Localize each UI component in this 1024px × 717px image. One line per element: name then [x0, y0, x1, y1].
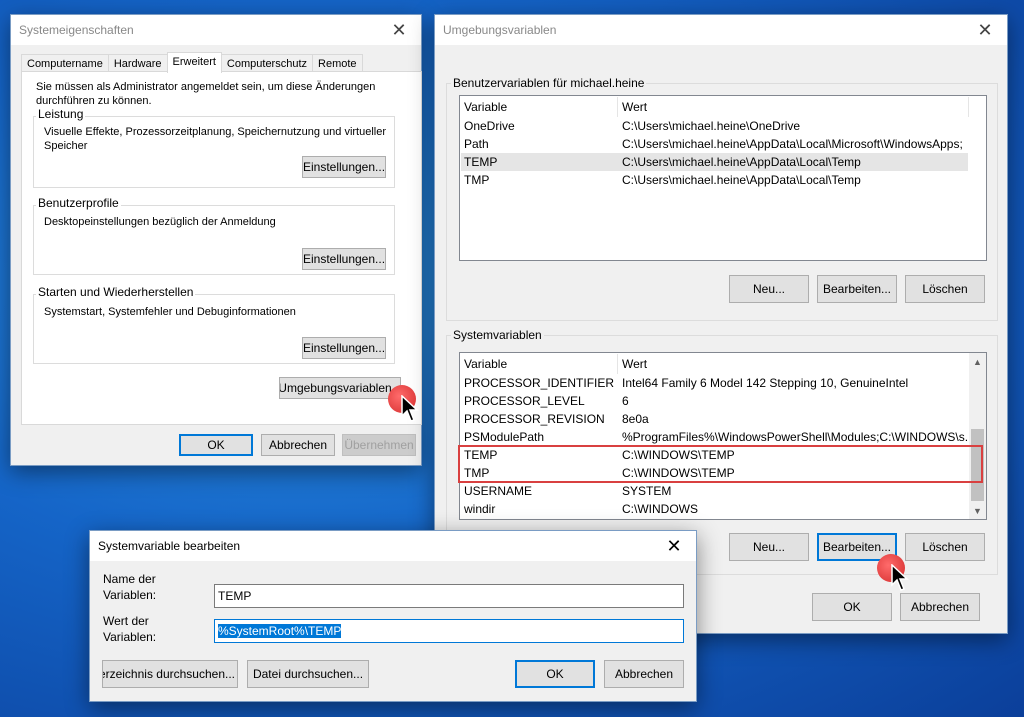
user-new-button[interactable]: Neu...: [729, 275, 809, 303]
profiles-settings-button[interactable]: Einstellungen...: [302, 248, 386, 270]
cancel-button[interactable]: Abbrechen: [604, 660, 684, 688]
dialog-title: Systemvariable bearbeiten: [98, 539, 241, 553]
user-delete-button[interactable]: Löschen: [905, 275, 985, 303]
column-divider: [968, 97, 969, 117]
system-delete-button[interactable]: Löschen: [905, 533, 985, 561]
scroll-down-icon[interactable]: ▼: [969, 502, 986, 519]
variable-name: PSModulePath: [464, 430, 545, 444]
startup-group: Starten und Wiederherstellen Systemstart…: [33, 285, 395, 364]
mouse-pointer-icon: [401, 395, 419, 422]
variable-name: OneDrive: [464, 119, 515, 133]
variable-value: C:\Users\michael.heine\AppData\Local\Tem…: [622, 173, 861, 187]
profiles-group: Benutzerprofile Desktopeinstellungen bez…: [33, 196, 395, 275]
variable-value: 6: [622, 394, 629, 408]
performance-settings-button[interactable]: Einstellungen...: [302, 156, 386, 178]
list-item[interactable]: windir C:\WINDOWS: [461, 500, 970, 518]
user-variables-label: Benutzervariablen für michael.heine: [451, 76, 647, 90]
user-variables-group: Benutzervariablen für michael.heine Vari…: [446, 76, 998, 321]
performance-group: Leistung Visuelle Effekte, Prozessorzeit…: [33, 107, 395, 188]
window-title: Umgebungsvariablen: [443, 23, 557, 37]
variable-value-field[interactable]: %SystemRoot%\TEMP: [214, 619, 684, 643]
variable-name-field[interactable]: TEMP: [214, 584, 684, 608]
apply-button[interactable]: Übernehmen: [342, 434, 416, 456]
variable-value: C:\Users\michael.heine\OneDrive: [622, 119, 801, 133]
cancel-button[interactable]: Abbrechen: [261, 434, 335, 456]
temp-tmp-highlight: [458, 445, 983, 483]
performance-label: Leistung: [36, 107, 86, 121]
system-variables-list[interactable]: Variable Wert PROCESSOR_IDENTIFIER Intel…: [459, 352, 987, 520]
startup-label: Starten und Wiederherstellen: [36, 285, 196, 299]
environment-variables-titlebar: Umgebungsvariablen ✕: [435, 15, 1007, 45]
list-item[interactable]: PSModulePath %ProgramFiles%\WindowsPower…: [461, 428, 975, 446]
startup-desc: Systemstart, Systemfehler und Debuginfor…: [44, 306, 296, 318]
variable-value: C:\WINDOWS: [622, 502, 698, 516]
tab-erweitert[interactable]: Erweitert: [166, 52, 222, 73]
variable-value: 8e0a: [622, 412, 649, 426]
tab-panel-erweitert: Sie müssen als Administrator angemeldet …: [21, 71, 422, 425]
browse-directory-button[interactable]: Verzeichnis durchsuchen...: [102, 660, 238, 688]
system-new-button[interactable]: Neu...: [729, 533, 809, 561]
window-title: Systemeigenschaften: [19, 23, 134, 37]
variable-name: PROCESSOR_REVISION: [464, 412, 605, 426]
column-header-variable[interactable]: Variable: [464, 100, 507, 114]
list-item[interactable]: PROCESSOR_IDENTIFIER Intel64 Family 6 Mo…: [461, 374, 970, 392]
list-item[interactable]: OneDrive C:\Users\michael.heine\OneDrive: [461, 117, 968, 135]
ok-button[interactable]: OK: [812, 593, 892, 621]
user-variables-list[interactable]: Variable Wert OneDrive C:\Users\michael.…: [459, 95, 987, 261]
column-header-value[interactable]: Wert: [622, 357, 647, 371]
admin-note: Sie müssen als Administrator angemeldet …: [36, 81, 376, 107]
column-header-variable[interactable]: Variable: [464, 357, 507, 371]
close-icon[interactable]: ✕: [963, 15, 1007, 45]
mouse-pointer-icon: [891, 564, 909, 591]
variable-value: %ProgramFiles%\WindowsPowerShell\Modules…: [622, 430, 975, 444]
list-item[interactable]: PROCESSOR_LEVEL 6: [461, 392, 970, 410]
performance-desc: Visuelle Effekte, Prozessorzeitplanung, …: [44, 126, 387, 152]
close-icon[interactable]: ✕: [652, 531, 696, 561]
column-divider: [617, 97, 618, 117]
system-properties-titlebar: Systemeigenschaften ✕: [11, 15, 421, 45]
cancel-button[interactable]: Abbrechen: [900, 593, 980, 621]
variable-name: TMP: [464, 173, 490, 187]
ok-button[interactable]: OK: [515, 660, 595, 688]
list-header: Variable Wert: [461, 354, 970, 374]
variable-name: windir: [464, 502, 496, 516]
list-item[interactable]: USERNAME SYSTEM: [461, 482, 970, 500]
list-item[interactable]: TMP C:\Users\michael.heine\AppData\Local…: [461, 171, 968, 189]
list-item[interactable]: TEMP C:\Users\michael.heine\AppData\Loca…: [461, 153, 968, 171]
variable-name: PROCESSOR_LEVEL: [464, 394, 585, 408]
list-item[interactable]: Path C:\Users\michael.heine\AppData\Loca…: [461, 135, 968, 153]
variable-value: C:\Users\michael.heine\AppData\Local\Tem…: [622, 155, 861, 169]
variable-name: Path: [464, 137, 489, 151]
startup-settings-button[interactable]: Einstellungen...: [302, 337, 386, 359]
column-divider: [617, 354, 618, 374]
variable-value: Intel64 Family 6 Model 142 Stepping 10, …: [622, 376, 909, 390]
variable-name-label: Name der Variablen:: [103, 572, 157, 602]
close-icon[interactable]: ✕: [377, 15, 421, 45]
system-properties-window: Systemeigenschaften ✕ Computername Hardw…: [10, 14, 422, 466]
edit-system-variable-dialog: Systemvariable bearbeiten ✕ Name der Var…: [89, 530, 697, 702]
variable-name: TEMP: [464, 155, 498, 169]
profiles-desc: Desktopeinstellungen bezüglich der Anmel…: [44, 216, 276, 228]
variable-name: PROCESSOR_IDENTIFIER: [464, 376, 615, 390]
scroll-up-icon[interactable]: ▲: [969, 353, 986, 370]
environment-variables-button[interactable]: Umgebungsvariablen...: [279, 377, 401, 399]
edit-dialog-titlebar: Systemvariable bearbeiten ✕: [90, 531, 696, 561]
list-header: Variable Wert: [461, 97, 986, 117]
user-edit-button[interactable]: Bearbeiten...: [817, 275, 897, 303]
variable-value: SYSTEM: [622, 484, 672, 498]
vertical-scrollbar[interactable]: ▲ ▼: [969, 353, 986, 519]
variable-value-label: Wert der Variablen:: [103, 614, 157, 644]
column-header-value[interactable]: Wert: [622, 100, 647, 114]
variable-value-text: %SystemRoot%\TEMP: [218, 624, 342, 638]
list-item[interactable]: PROCESSOR_REVISION 8e0a: [461, 410, 970, 428]
tab-strip: Computername Hardware Erweitert Computer…: [21, 52, 363, 75]
browse-file-button[interactable]: Datei durchsuchen...: [247, 660, 369, 688]
variable-value: C:\Users\michael.heine\AppData\Local\Mic…: [622, 137, 963, 151]
ok-button[interactable]: OK: [179, 434, 253, 456]
system-variables-label: Systemvariablen: [451, 328, 544, 342]
variable-name: USERNAME: [464, 484, 533, 498]
profiles-label: Benutzerprofile: [36, 196, 121, 210]
